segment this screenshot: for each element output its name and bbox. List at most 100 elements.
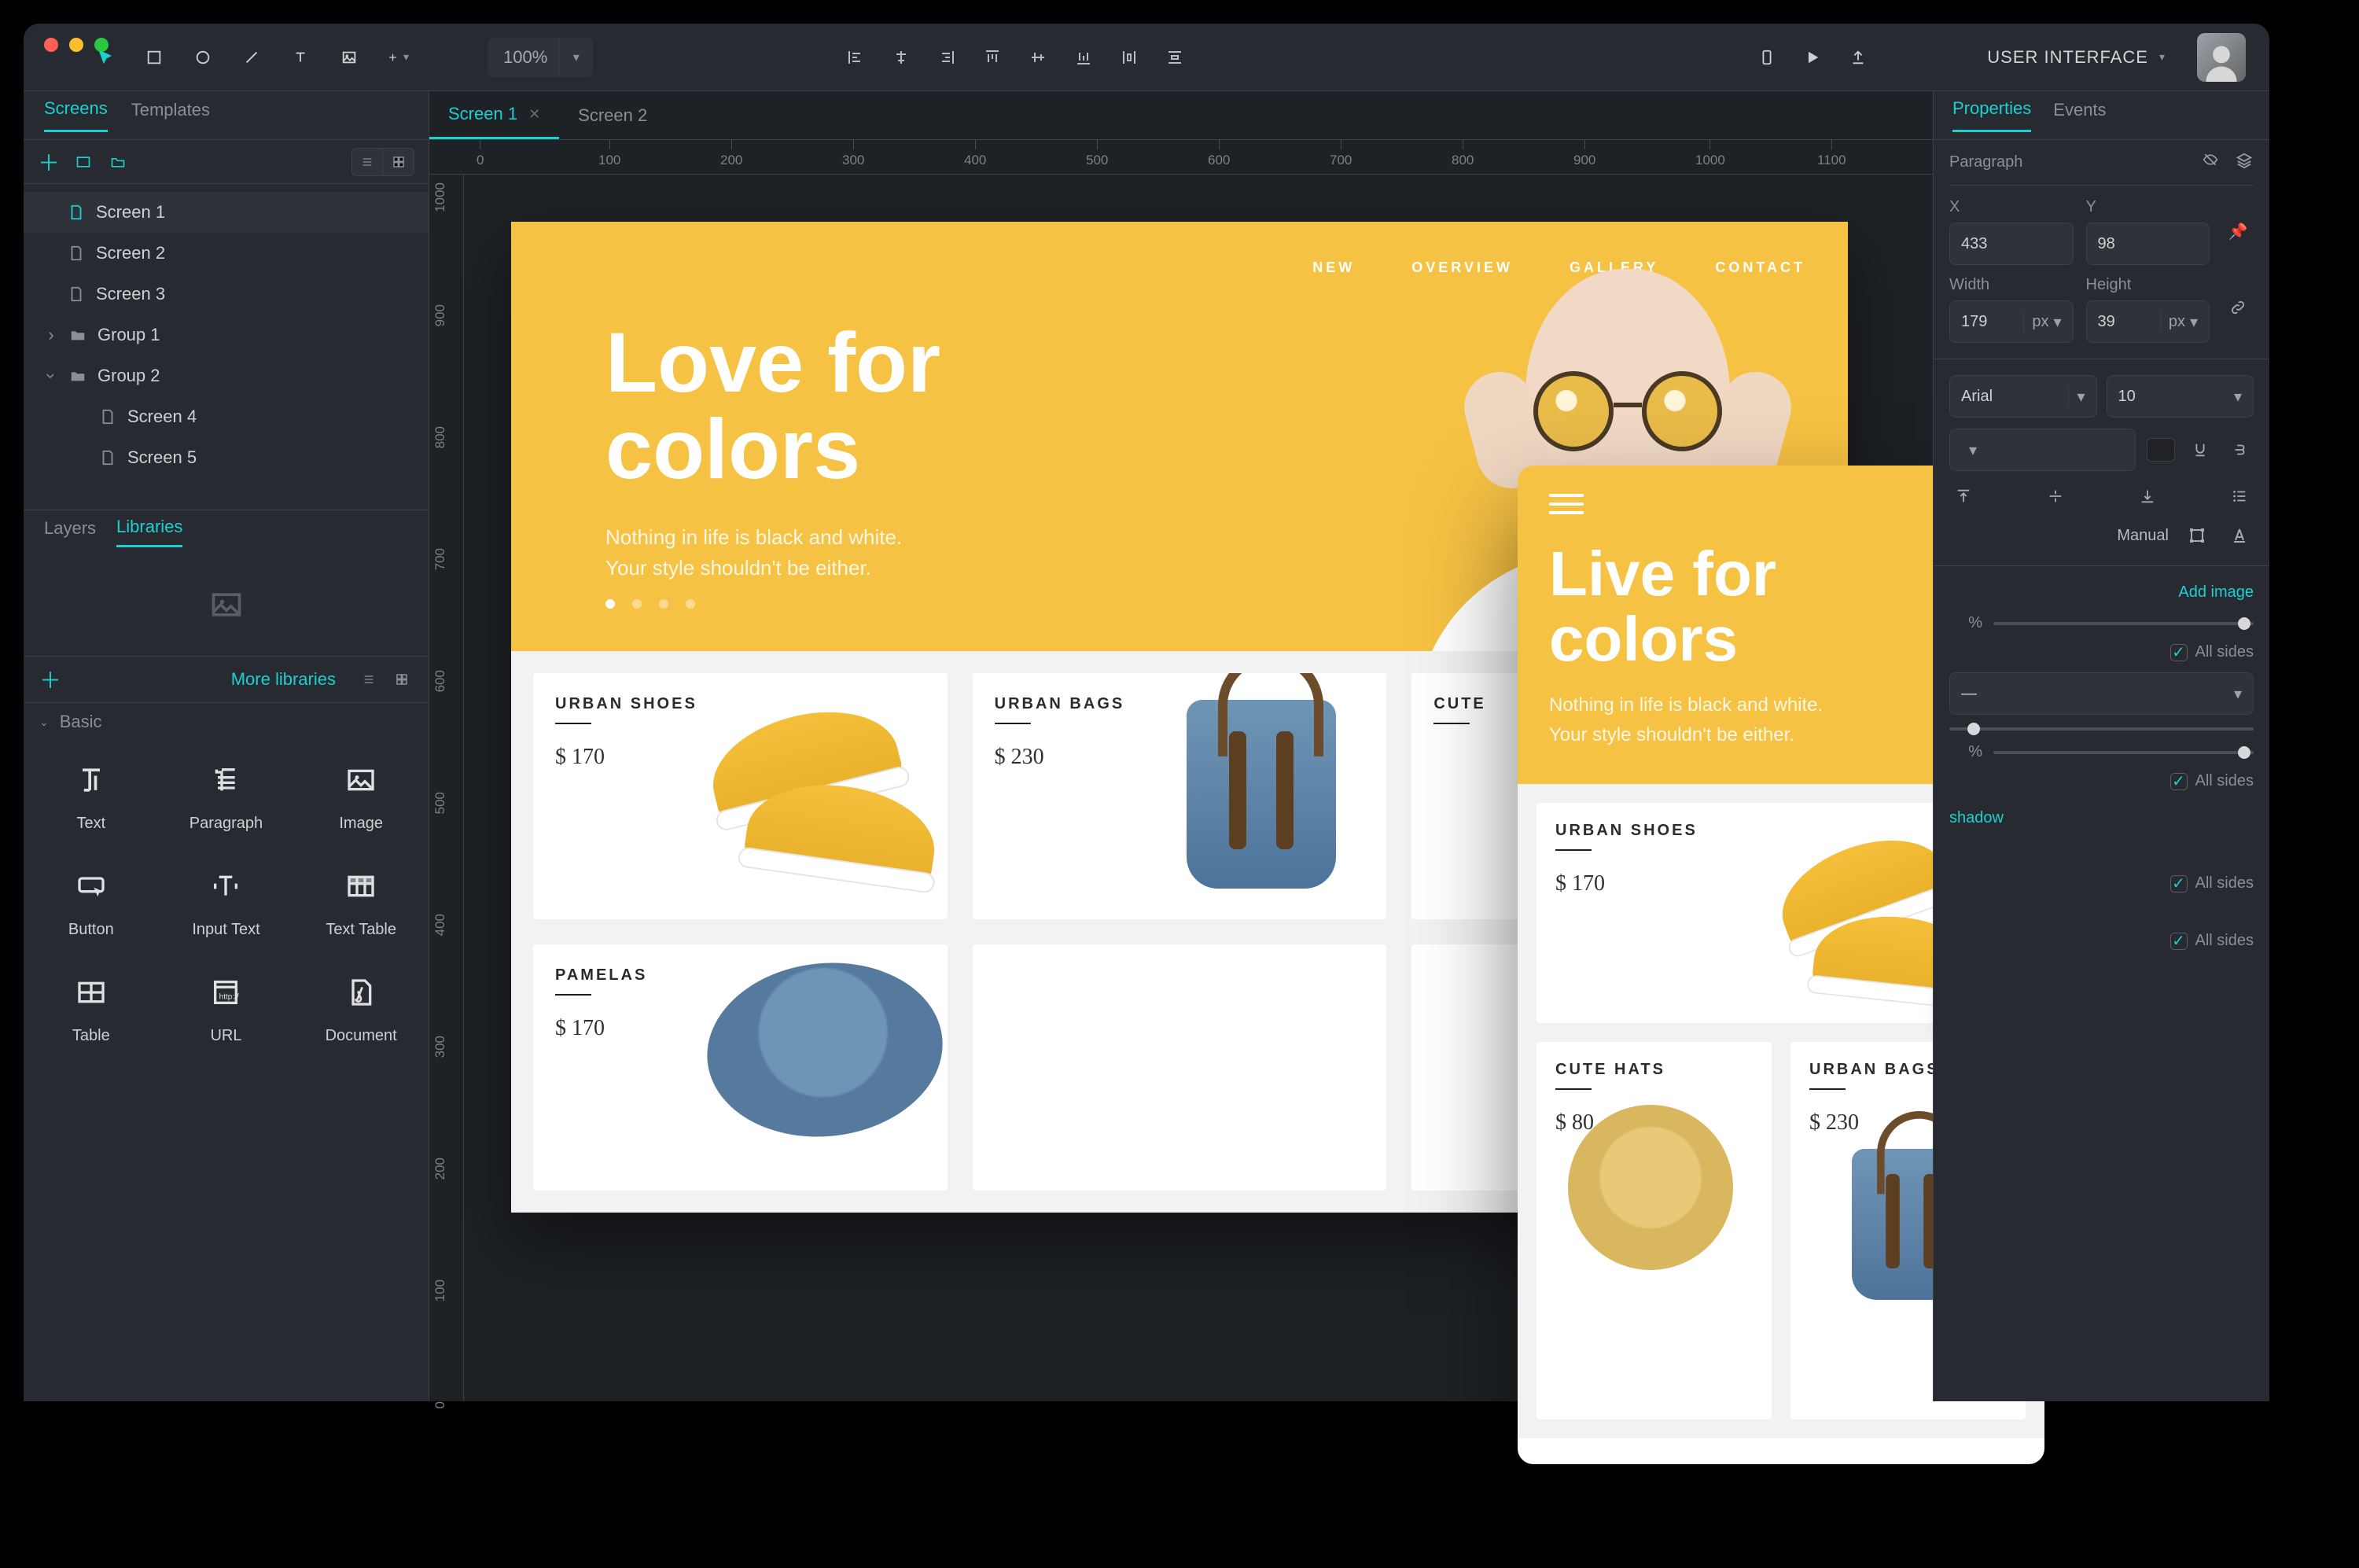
list-icon[interactable]: [2225, 482, 2254, 510]
hamburger-icon[interactable]: [1549, 494, 1584, 514]
align-left-icon[interactable]: [845, 46, 867, 68]
link-dimensions-icon[interactable]: [2229, 299, 2247, 321]
view-toggle[interactable]: [351, 148, 414, 176]
all-sides-checkbox[interactable]: ✓: [2170, 644, 2188, 661]
device-preview-icon[interactable]: [1756, 46, 1778, 68]
component-text-table[interactable]: Text Table: [293, 863, 429, 939]
new-image-icon[interactable]: [72, 151, 94, 173]
tab-events[interactable]: Events: [2053, 100, 2106, 131]
chevron-right-icon[interactable]: ›: [44, 325, 58, 345]
add-shadow-link[interactable]: shadow: [1949, 809, 2254, 827]
zoom-dropdown-icon[interactable]: ▾: [558, 38, 593, 77]
close-icon[interactable]: [44, 38, 58, 52]
pin-icon[interactable]: 📌: [2228, 222, 2248, 241]
lib-list-icon[interactable]: [358, 668, 380, 690]
tree-item-group1[interactable]: › Group 1: [24, 315, 429, 355]
grid-view-icon[interactable]: [383, 148, 414, 176]
layers-icon[interactable]: [2235, 152, 2254, 174]
close-tab-icon[interactable]: ✕: [528, 106, 540, 123]
text-align-middle-icon[interactable]: [2041, 482, 2070, 510]
tab-layers[interactable]: Layers: [44, 518, 96, 547]
tree-item-screen5[interactable]: Screen 5: [24, 437, 429, 478]
zoom-control[interactable]: 100% ▾: [488, 38, 593, 77]
text-align-top-icon[interactable]: [1949, 482, 1978, 510]
border-style-select[interactable]: —▾: [1949, 672, 2254, 715]
text-align-bottom-icon[interactable]: [2133, 482, 2162, 510]
component-input-text[interactable]: Input Text: [159, 863, 294, 939]
maximize-icon[interactable]: [94, 38, 109, 52]
tree-item-screen1[interactable]: Screen 1: [24, 192, 429, 233]
opacity-slider-1[interactable]: %: [1949, 614, 2254, 632]
chevron-down-icon[interactable]: ›: [41, 369, 61, 383]
tree-item-screen3[interactable]: Screen 3: [24, 274, 429, 315]
visibility-icon[interactable]: [2200, 152, 2221, 174]
y-input[interactable]: 98: [2086, 223, 2210, 265]
component-url[interactable]: http://URL: [159, 969, 294, 1045]
text-color-swatch[interactable]: [2147, 438, 2175, 462]
add-tool-icon[interactable]: ▾: [387, 46, 409, 68]
text-frame-icon[interactable]: [2225, 521, 2254, 550]
doc-tab-screen2[interactable]: Screen 2: [559, 91, 666, 139]
user-avatar[interactable]: [2197, 33, 2246, 82]
align-top-icon[interactable]: [981, 46, 1003, 68]
rectangle-tool-icon[interactable]: [143, 46, 165, 68]
align-vcenter-icon[interactable]: [1027, 46, 1049, 68]
align-hcenter-icon[interactable]: [890, 46, 912, 68]
doc-tab-screen1[interactable]: Screen 1✕: [429, 91, 559, 139]
workspace-mode-dropdown[interactable]: USER INTERFACE ▾: [1987, 47, 2166, 68]
align-bottom-icon[interactable]: [1073, 46, 1095, 68]
all-sides-checkbox[interactable]: ✓: [2170, 933, 2188, 950]
library-section-basic[interactable]: ⌄ Basic: [24, 703, 429, 741]
align-right-icon[interactable]: [936, 46, 958, 68]
product-card[interactable]: PAMELAS $ 170: [533, 944, 948, 1191]
component-text[interactable]: Text: [24, 756, 159, 833]
play-icon[interactable]: [1801, 46, 1824, 68]
component-button[interactable]: Button: [24, 863, 159, 939]
tab-templates[interactable]: Templates: [131, 100, 210, 131]
product-card[interactable]: [973, 944, 1387, 1191]
add-screen-icon[interactable]: ＋: [38, 146, 60, 178]
hero-pagination-dots[interactable]: [605, 599, 695, 609]
image-tool-icon[interactable]: [338, 46, 360, 68]
list-view-icon[interactable]: [351, 148, 383, 176]
opacity-slider-2[interactable]: %: [1949, 743, 2254, 761]
tab-screens[interactable]: Screens: [44, 98, 108, 132]
product-card[interactable]: URBAN BAGS $ 230: [973, 673, 1387, 919]
height-input[interactable]: 39px ▾: [2086, 300, 2210, 343]
component-image[interactable]: Image: [293, 756, 429, 833]
product-card[interactable]: URBAN SHOES $ 170: [533, 673, 948, 919]
more-libraries-link[interactable]: More libraries: [231, 669, 336, 690]
width-input[interactable]: 179px ▾: [1949, 300, 2074, 343]
tree-item-screen2[interactable]: Screen 2: [24, 233, 429, 274]
upload-icon[interactable]: [1847, 46, 1869, 68]
x-input[interactable]: 433: [1949, 223, 2074, 265]
strikethrough-icon[interactable]: [2225, 436, 2254, 464]
canvas-viewport[interactable]: NEW OVERVIEW GALLERY CONTACT Love for co…: [464, 175, 1933, 1401]
product-card[interactable]: CUTE HATS $ 80: [1536, 1042, 1772, 1419]
text-tool-icon[interactable]: [289, 46, 311, 68]
add-image-link[interactable]: Add image: [2178, 583, 2254, 602]
font-size-select[interactable]: 10▾: [2107, 375, 2254, 418]
minimize-icon[interactable]: [69, 38, 83, 52]
tab-properties[interactable]: Properties: [1952, 98, 2031, 132]
add-library-icon[interactable]: ＋: [39, 664, 61, 695]
component-table[interactable]: Table: [24, 969, 159, 1045]
all-sides-checkbox[interactable]: ✓: [2170, 773, 2188, 790]
bounding-box-icon[interactable]: [2183, 521, 2211, 550]
component-paragraph[interactable]: Paragraph: [159, 756, 294, 833]
font-family-select[interactable]: Arial▾: [1949, 375, 2097, 418]
all-sides-checkbox[interactable]: ✓: [2170, 875, 2188, 893]
ellipse-tool-icon[interactable]: [192, 46, 214, 68]
tab-libraries[interactable]: Libraries: [116, 517, 182, 547]
component-document[interactable]: Document: [293, 969, 429, 1045]
lib-grid-icon[interactable]: [391, 668, 413, 690]
line-tool-icon[interactable]: [241, 46, 263, 68]
underline-icon[interactable]: [2186, 436, 2214, 464]
tree-item-group2[interactable]: › Group 2: [24, 355, 429, 396]
distribute-v-icon[interactable]: [1164, 46, 1186, 68]
tree-item-screen4[interactable]: Screen 4: [24, 396, 429, 437]
border-slider[interactable]: [1949, 727, 2254, 731]
new-folder-icon[interactable]: [107, 151, 129, 173]
distribute-h-icon[interactable]: [1118, 46, 1140, 68]
font-style-select[interactable]: ▾: [1949, 429, 2136, 471]
